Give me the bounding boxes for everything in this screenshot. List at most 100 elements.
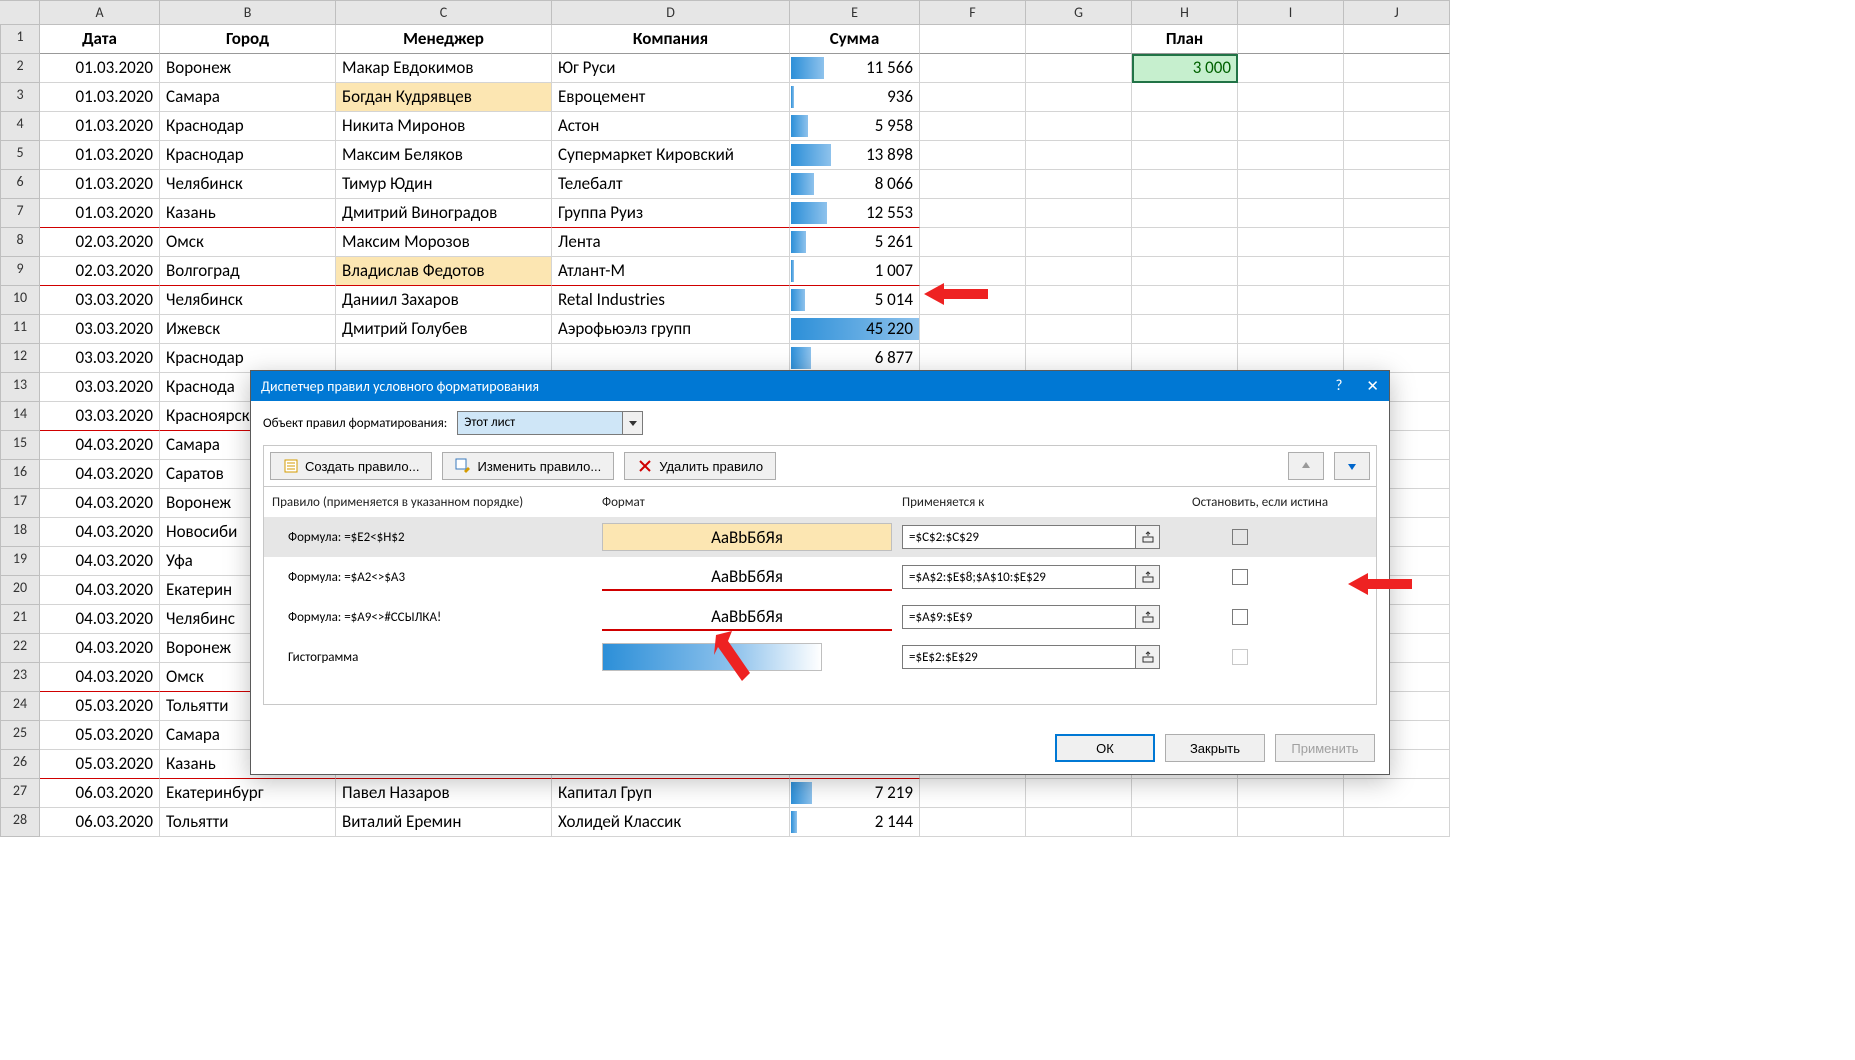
cell[interactable]: 02.03.2020 — [40, 257, 160, 286]
cell[interactable] — [1132, 112, 1238, 141]
cell[interactable]: Виталий Еремин — [336, 808, 552, 837]
row-header[interactable]: 28 — [0, 808, 40, 837]
cell[interactable]: 04.03.2020 — [40, 547, 160, 576]
row-header[interactable]: 19 — [0, 547, 40, 576]
cell[interactable]: Группа Руиз — [552, 199, 790, 228]
cell[interactable] — [1026, 54, 1132, 83]
applies-to-input[interactable] — [902, 605, 1160, 629]
cell[interactable]: 01.03.2020 — [40, 112, 160, 141]
cell[interactable] — [1026, 170, 1132, 199]
applies-to-input[interactable] — [902, 645, 1160, 669]
cell[interactable] — [1026, 228, 1132, 257]
cell[interactable]: Аэрофьюэлз групп — [552, 315, 790, 344]
cell[interactable]: 2 144 — [790, 808, 920, 837]
cell[interactable] — [1238, 257, 1344, 286]
row-header[interactable]: 6 — [0, 170, 40, 199]
applies-to-field[interactable] — [903, 566, 1135, 588]
cell[interactable] — [1344, 141, 1450, 170]
cell[interactable] — [1026, 141, 1132, 170]
cell[interactable] — [1026, 83, 1132, 112]
cell[interactable] — [920, 54, 1026, 83]
chevron-down-icon[interactable] — [622, 412, 642, 434]
row-header[interactable]: 21 — [0, 605, 40, 634]
cell[interactable] — [1344, 170, 1450, 199]
ok-button[interactable]: ОК — [1055, 734, 1155, 762]
cell[interactable]: Богдан Кудрявцев — [336, 83, 552, 112]
cell[interactable]: 05.03.2020 — [40, 750, 160, 779]
cell[interactable]: 936 — [790, 83, 920, 112]
cell[interactable] — [1132, 257, 1238, 286]
cell[interactable]: 04.03.2020 — [40, 489, 160, 518]
rule-row[interactable]: Формула: =$A2<>$A3АаВbБбЯя — [264, 557, 1376, 597]
cell[interactable] — [920, 112, 1026, 141]
cell[interactable]: 06.03.2020 — [40, 808, 160, 837]
column-header[interactable]: J — [1344, 0, 1450, 25]
row-header[interactable]: 11 — [0, 315, 40, 344]
rule-row[interactable]: Формула: =$A9<>#ССЫЛКА!АаВbБбЯя — [264, 597, 1376, 637]
cell[interactable] — [1132, 141, 1238, 170]
cell[interactable] — [1026, 112, 1132, 141]
applies-to-field[interactable] — [903, 646, 1135, 668]
row-header[interactable]: 20 — [0, 576, 40, 605]
cell[interactable]: Лента — [552, 228, 790, 257]
applies-to-field[interactable] — [903, 526, 1135, 548]
cell[interactable] — [1238, 83, 1344, 112]
cell[interactable]: Тимур Юдин — [336, 170, 552, 199]
header-cell[interactable]: Компания — [552, 25, 790, 54]
row-header[interactable]: 2 — [0, 54, 40, 83]
row-header[interactable]: 13 — [0, 373, 40, 402]
cell[interactable]: 04.03.2020 — [40, 460, 160, 489]
cell[interactable]: 01.03.2020 — [40, 54, 160, 83]
cell[interactable] — [1238, 808, 1344, 837]
cell[interactable]: 8 066 — [790, 170, 920, 199]
cell[interactable]: 01.03.2020 — [40, 199, 160, 228]
cell[interactable]: Тольятти — [160, 808, 336, 837]
help-icon[interactable]: ? — [1335, 377, 1342, 395]
cell[interactable]: Челябинск — [160, 170, 336, 199]
header-cell[interactable]: План — [1132, 25, 1238, 54]
cell[interactable] — [1238, 141, 1344, 170]
column-header[interactable]: B — [160, 0, 336, 25]
cell[interactable] — [1344, 257, 1450, 286]
row-header[interactable]: 9 — [0, 257, 40, 286]
cell[interactable] — [1026, 344, 1132, 373]
cell[interactable] — [1026, 286, 1132, 315]
range-selector-icon[interactable] — [1135, 646, 1159, 668]
cell[interactable]: Даниил Захаров — [336, 286, 552, 315]
cell[interactable] — [1026, 779, 1132, 808]
range-selector-icon[interactable] — [1135, 606, 1159, 628]
cell[interactable] — [1344, 286, 1450, 315]
cell[interactable]: 12 553 — [790, 199, 920, 228]
cell[interactable]: Волгоград — [160, 257, 336, 286]
cell[interactable]: 5 261 — [790, 228, 920, 257]
cell[interactable] — [1238, 54, 1344, 83]
row-header[interactable]: 23 — [0, 663, 40, 692]
cell[interactable]: 04.03.2020 — [40, 663, 160, 692]
cell[interactable] — [920, 170, 1026, 199]
move-down-button[interactable] — [1334, 452, 1370, 480]
column-header[interactable]: A — [40, 0, 160, 25]
cell[interactable]: Дмитрий Виноградов — [336, 199, 552, 228]
stop-if-true-checkbox[interactable] — [1232, 529, 1248, 545]
applies-to-field[interactable] — [903, 606, 1135, 628]
cell[interactable] — [1238, 228, 1344, 257]
cell[interactable] — [920, 315, 1026, 344]
row-header[interactable]: 17 — [0, 489, 40, 518]
column-header[interactable]: F — [920, 0, 1026, 25]
move-up-button[interactable] — [1288, 452, 1324, 480]
cell[interactable]: 05.03.2020 — [40, 692, 160, 721]
header-cell[interactable]: Сумма — [790, 25, 920, 54]
cell[interactable] — [1026, 257, 1132, 286]
column-header[interactable]: E — [790, 0, 920, 25]
cell[interactable]: 01.03.2020 — [40, 141, 160, 170]
row-header[interactable]: 25 — [0, 721, 40, 750]
cell[interactable] — [1344, 199, 1450, 228]
applies-to-input[interactable] — [902, 565, 1160, 589]
cell[interactable]: Юг Руси — [552, 54, 790, 83]
range-selector-icon[interactable] — [1135, 526, 1159, 548]
cell[interactable]: 6 877 — [790, 344, 920, 373]
column-header[interactable]: I — [1238, 0, 1344, 25]
header-cell[interactable]: Менеджер — [336, 25, 552, 54]
cell[interactable] — [920, 199, 1026, 228]
row-header[interactable]: 7 — [0, 199, 40, 228]
